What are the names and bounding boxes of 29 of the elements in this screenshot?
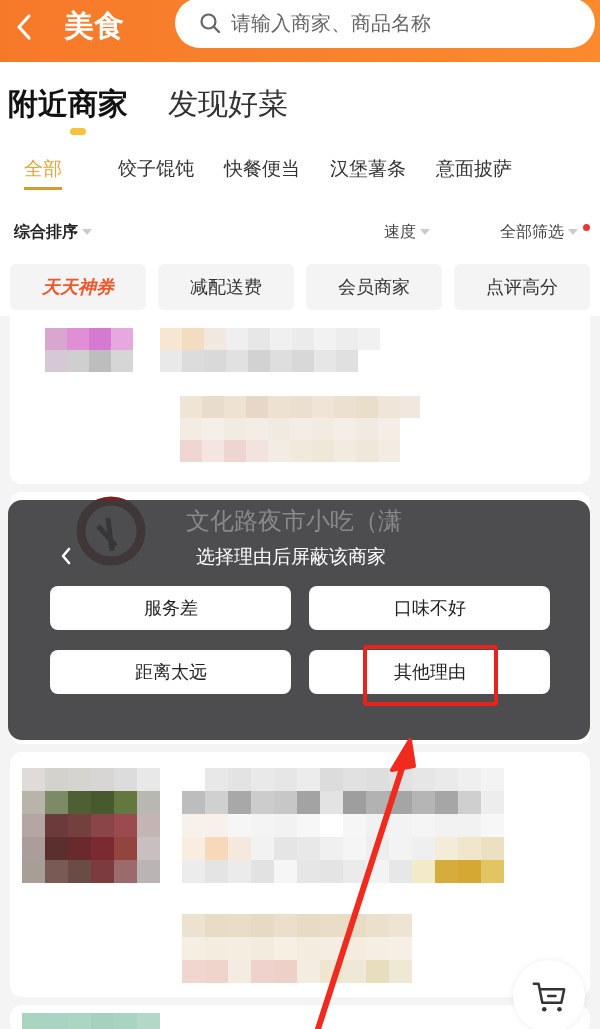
filter-chip[interactable]: 点评高分: [454, 264, 590, 310]
reason-button[interactable]: 口味不好: [309, 586, 550, 630]
section-tab[interactable]: 附近商家: [8, 84, 128, 124]
reason-button[interactable]: 服务差: [50, 586, 291, 630]
reason-button[interactable]: 距离太远: [50, 650, 291, 694]
sort-dropdown[interactable]: 速度: [384, 221, 430, 243]
notification-dot: [583, 223, 590, 231]
category-tab[interactable]: 快餐便当: [224, 156, 300, 190]
store-name: 文化路夜市小吃（潇: [186, 506, 402, 536]
category-tab[interactable]: 意面披萨: [436, 156, 512, 190]
category-tab[interactable]: 汉堡薯条: [330, 156, 406, 190]
back-icon[interactable]: [60, 546, 72, 566]
page-title: 美食: [64, 7, 124, 45]
dialog-title: 选择理由后屏蔽该商家: [196, 544, 386, 569]
tab-indicator: [70, 128, 86, 135]
caret-icon: [420, 229, 430, 235]
search-icon: [199, 12, 221, 34]
caret-icon: [82, 229, 92, 235]
store-card[interactable]: [10, 752, 590, 997]
store-card[interactable]: 文化路夜市小吃（潇 选择理由后屏蔽该商家 服务差 口味不好 距离太远 其他理由: [10, 492, 590, 744]
reason-button[interactable]: 其他理由: [309, 650, 550, 694]
caret-icon: [568, 229, 578, 235]
section-tab[interactable]: 发现好菜: [168, 84, 288, 124]
search-field[interactable]: 请输入商家、商品名称: [175, 0, 595, 48]
filter-chip[interactable]: 减配送费: [158, 264, 294, 310]
filter-chip[interactable]: 会员商家: [306, 264, 442, 310]
sort-dropdown[interactable]: 综合排序: [14, 221, 92, 243]
sort-dropdown[interactable]: 全部筛选: [500, 221, 590, 243]
category-tab[interactable]: 饺子馄饨: [118, 156, 194, 190]
